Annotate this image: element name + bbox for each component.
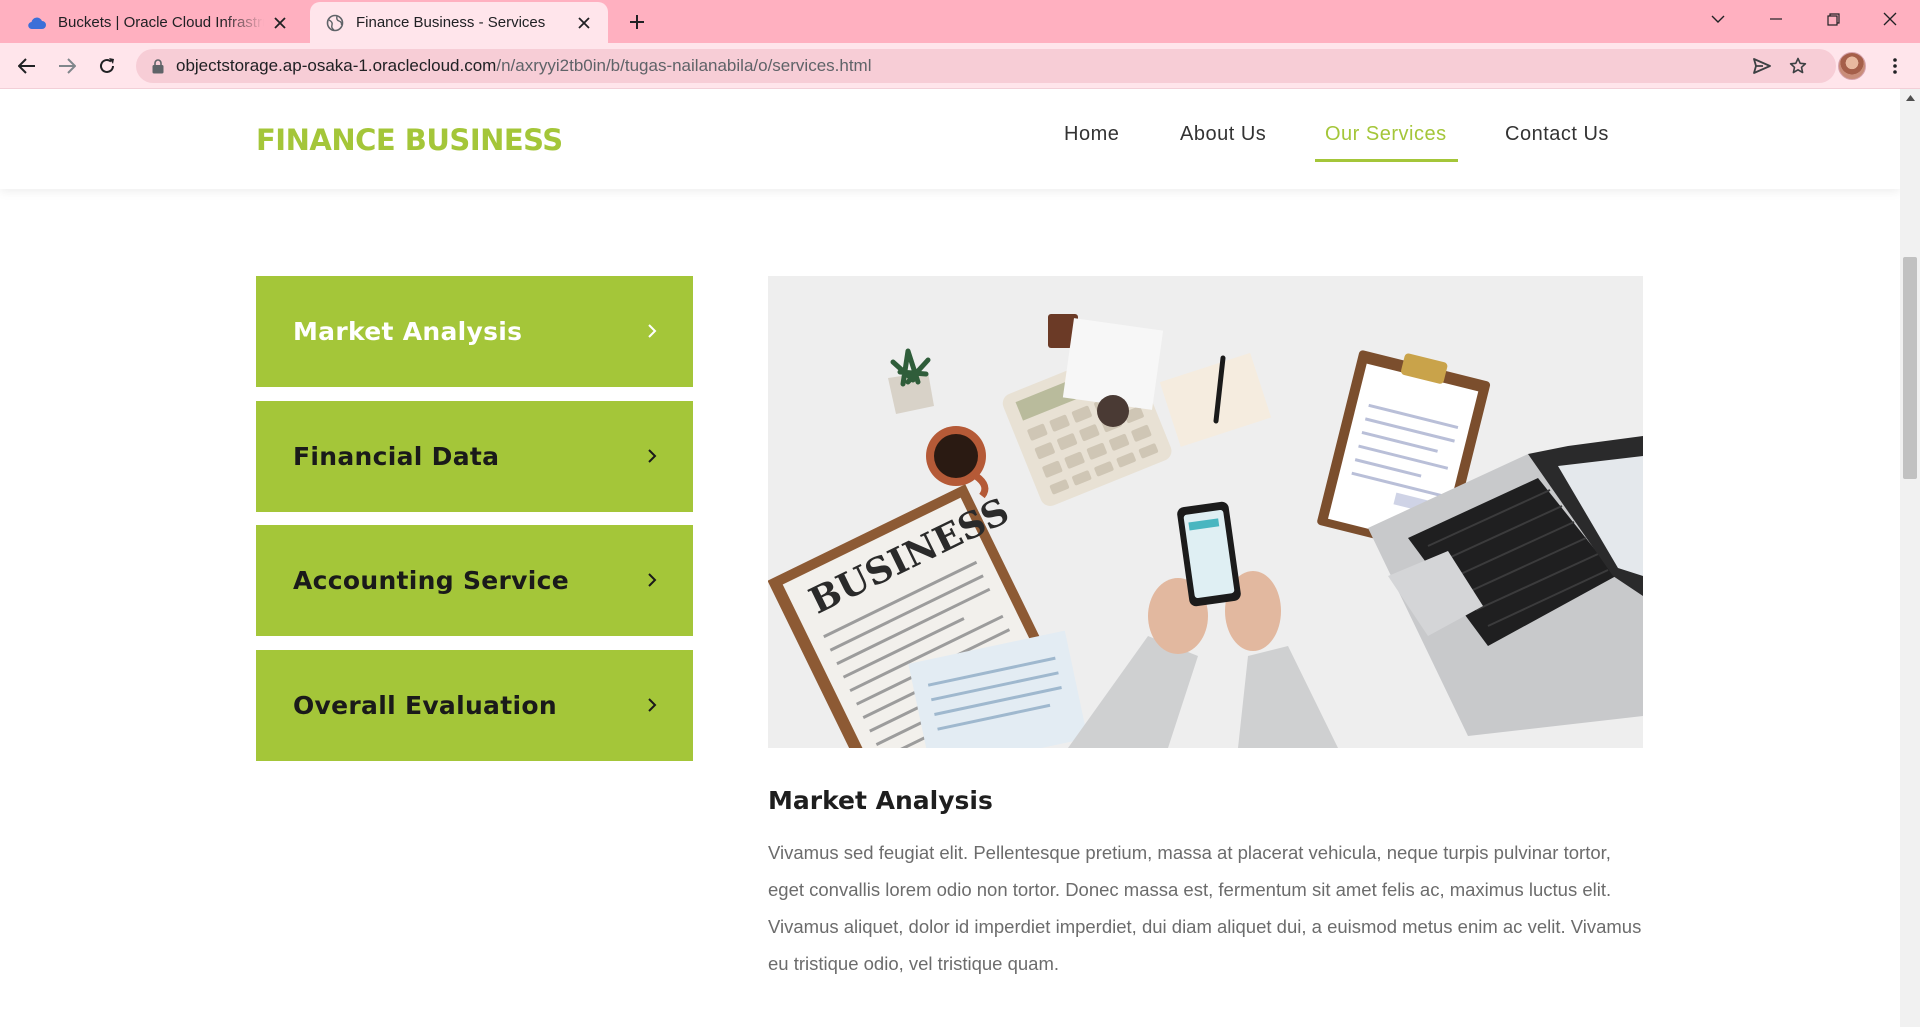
chevron-right-icon [644,572,660,588]
close-icon[interactable] [270,13,290,33]
plus-icon [630,15,644,29]
service-tab-financial-data[interactable]: Financial Data [256,401,693,512]
nav-about-us[interactable]: About Us [1180,123,1266,146]
reload-button[interactable] [92,51,122,81]
service-tab-accounting-service[interactable]: Accounting Service [256,525,693,636]
close-icon[interactable] [574,13,594,33]
close-window-button[interactable] [1862,0,1918,38]
service-tab-label: Overall Evaluation [293,691,557,720]
chevron-right-icon [644,697,660,713]
browser-menu-button[interactable] [1880,51,1910,81]
lock-icon[interactable] [150,58,166,74]
service-tab-overall-evaluation[interactable]: Overall Evaluation [256,650,693,761]
service-hero-image: BUSINESS [768,276,1643,748]
nav-contact-us[interactable]: Contact Us [1505,123,1609,146]
url-path: /n/axryyi2tb0in/b/tugas-nailanabila/o/se… [496,56,872,75]
chevron-right-icon [644,323,660,339]
site-logo[interactable]: FINANCE BUSINESS [256,123,563,157]
chevron-down-icon [1711,15,1725,23]
browser-toolbar: objectstorage.ap-osaka-1.oraclecloud.com… [0,43,1920,89]
minimize-button[interactable] [1748,0,1804,38]
arrow-right-icon [59,58,76,74]
more-vert-icon [1893,58,1897,74]
plant-pot-illustration [888,348,934,414]
chevron-right-icon [644,448,660,464]
nav-active-underline [1315,159,1458,162]
star-icon [1789,57,1807,74]
service-detail-text: Vivamus sed feugiat elit. Pellentesque p… [768,842,1642,974]
send-tab-button[interactable] [1746,49,1778,83]
browser-tab-bar: Buckets | Oracle Cloud Infrastructure Fi… [0,0,1920,43]
restore-icon [1826,12,1840,26]
service-detail-title: Market Analysis [768,786,993,815]
url-text[interactable]: objectstorage.ap-osaka-1.oraclecloud.com… [176,56,871,76]
service-tab-market-analysis[interactable]: Market Analysis [256,276,693,387]
profile-avatar[interactable] [1838,52,1866,80]
page-viewport: FINANCE BUSINESS Home About Us Our Servi… [0,89,1900,1027]
tab-search-button[interactable] [1690,0,1746,38]
back-button[interactable] [12,51,42,81]
desk-illustration: BUSINESS [768,276,1643,748]
scrollbar-thumb[interactable] [1903,257,1917,479]
tab-title: Buckets | Oracle Cloud Infrastructure [58,14,264,31]
globe-icon [324,12,346,34]
address-bar[interactable]: objectstorage.ap-osaka-1.oraclecloud.com… [136,49,1836,83]
caret-up-icon [1905,95,1915,101]
tab-oracle-buckets[interactable]: Buckets | Oracle Cloud Infrastructure [12,2,304,43]
send-icon [1753,58,1771,74]
nav-our-services[interactable]: Our Services [1325,123,1447,146]
service-tab-label: Financial Data [293,442,500,471]
bookmark-button[interactable] [1782,49,1814,83]
restore-button[interactable] [1805,0,1861,38]
url-host: objectstorage.ap-osaka-1.oraclecloud.com [176,56,497,75]
scroll-up-arrow[interactable] [1900,89,1920,107]
minimize-icon [1770,18,1782,20]
service-tab-label: Market Analysis [293,317,523,346]
close-icon [1883,12,1897,26]
nav-home[interactable]: Home [1064,123,1119,146]
service-tab-label: Accounting Service [293,566,570,595]
site-header: FINANCE BUSINESS Home About Us Our Servi… [0,89,1900,189]
tab-title: Finance Business - Services [356,14,546,31]
forward-button[interactable] [52,51,82,81]
new-tab-button[interactable] [622,8,652,36]
arrow-left-icon [18,58,35,74]
reload-icon [100,58,114,73]
tab-finance-services[interactable]: Finance Business - Services [310,2,608,43]
cloud-icon [26,12,48,34]
page-scrollbar[interactable] [1900,89,1920,1027]
